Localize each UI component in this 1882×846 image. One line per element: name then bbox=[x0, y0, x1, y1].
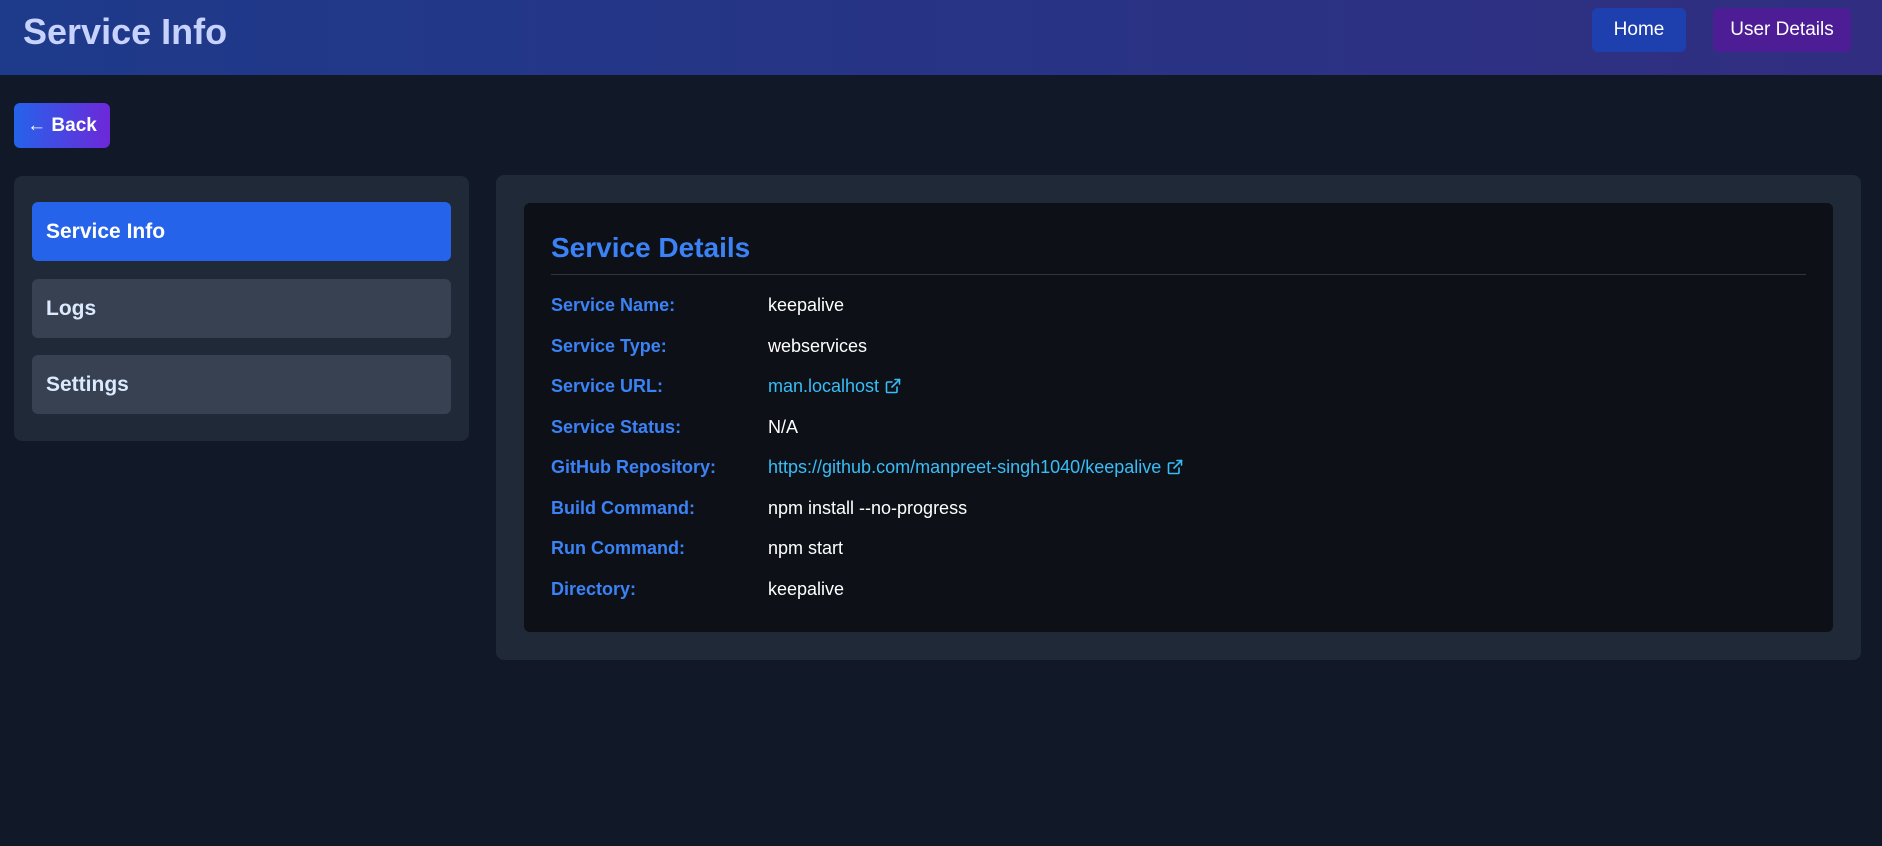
detail-row-directory: Directory: keepalive bbox=[551, 574, 1806, 604]
detail-row-service-status: Service Status: N/A bbox=[551, 412, 1806, 442]
detail-label: Run Command: bbox=[551, 537, 685, 558]
detail-label: Directory: bbox=[551, 578, 637, 599]
service-details-card: Service Details Service Name: keepalive … bbox=[524, 203, 1833, 632]
detail-row-service-type: Service Type: webservices bbox=[551, 331, 1806, 361]
detail-label: GitHub Repository: bbox=[551, 456, 716, 477]
user-details-button[interactable]: User Details bbox=[1713, 8, 1851, 52]
detail-label: Service Type: bbox=[551, 335, 667, 356]
detail-value: npm start bbox=[768, 537, 844, 558]
detail-value: keepalive bbox=[768, 578, 845, 599]
detail-value: npm install --no-progress bbox=[768, 497, 968, 518]
detail-row-service-name: Service Name: keepalive bbox=[551, 290, 1806, 320]
github-repo-text[interactable]: https://github.com/manpreet-singh1040/ke… bbox=[768, 457, 1161, 478]
sidebar-item-service-info[interactable]: Service Info bbox=[32, 202, 451, 261]
main-panel: Service Details Service Name: keepalive … bbox=[496, 175, 1861, 660]
detail-row-build-command: Build Command: npm install --no-progress bbox=[551, 493, 1806, 523]
detail-row-service-url: Service URL: man.localhost bbox=[551, 371, 1806, 401]
external-link-icon[interactable] bbox=[885, 378, 901, 394]
service-url-link[interactable]: man.localhost bbox=[768, 376, 901, 397]
github-repo-link[interactable]: https://github.com/manpreet-singh1040/ke… bbox=[768, 457, 1183, 478]
detail-label: Service Status: bbox=[551, 416, 682, 437]
back-button[interactable]: ← Back bbox=[14, 103, 110, 148]
detail-row-github-repository: GitHub Repository: https://github.com/ma… bbox=[551, 452, 1806, 482]
detail-value: N/A bbox=[768, 416, 799, 437]
top-header: Service Info Home User Details bbox=[0, 0, 1882, 75]
external-link-icon[interactable] bbox=[1167, 459, 1183, 475]
divider bbox=[551, 274, 1806, 275]
page-title: Service Info bbox=[23, 11, 228, 52]
detail-label: Service Name: bbox=[551, 294, 676, 315]
detail-value: webservices bbox=[768, 335, 868, 356]
service-url-text[interactable]: man.localhost bbox=[768, 376, 879, 397]
sidebar-item-logs[interactable]: Logs bbox=[32, 279, 451, 338]
sidebar: Service Info Logs Settings bbox=[14, 176, 469, 441]
home-button[interactable]: Home bbox=[1592, 8, 1686, 52]
service-details-title: Service Details bbox=[551, 232, 751, 263]
detail-label: Service URL: bbox=[551, 375, 664, 396]
detail-row-run-command: Run Command: npm start bbox=[551, 533, 1806, 563]
detail-value: keepalive bbox=[768, 294, 845, 315]
sidebar-item-settings[interactable]: Settings bbox=[32, 355, 451, 414]
detail-label: Build Command: bbox=[551, 497, 695, 518]
